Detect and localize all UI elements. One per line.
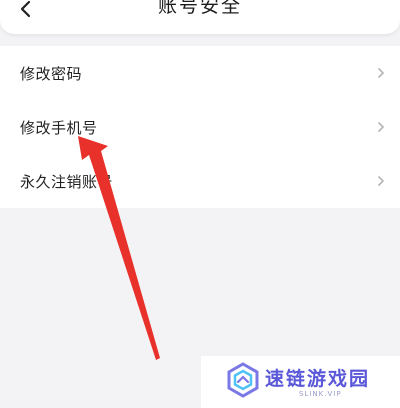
page-title: 账号安全 bbox=[157, 0, 242, 17]
chevron-right-icon bbox=[378, 68, 384, 78]
chevron-right-icon bbox=[378, 122, 384, 132]
menu-item-label: 永久注销账号 bbox=[20, 172, 114, 191]
change-password-item[interactable]: 修改密码 bbox=[0, 46, 400, 100]
watermark-logo-icon bbox=[227, 362, 259, 398]
watermark: 速链游戏园 SLINK.VIP bbox=[201, 356, 400, 408]
menu-item-label: 修改手机号 bbox=[20, 118, 98, 137]
delete-account-item[interactable]: 永久注销账号 bbox=[0, 154, 400, 208]
app-header: 账号安全 bbox=[0, 0, 400, 34]
change-phone-item[interactable]: 修改手机号 bbox=[0, 100, 400, 154]
chevron-right-icon bbox=[378, 176, 384, 186]
watermark-subtitle: SLINK.VIP bbox=[299, 390, 342, 398]
settings-list: 修改密码 修改手机号 永久注销账号 bbox=[0, 46, 400, 208]
menu-item-label: 修改密码 bbox=[20, 64, 83, 83]
watermark-title: 速链游戏园 bbox=[265, 368, 371, 390]
